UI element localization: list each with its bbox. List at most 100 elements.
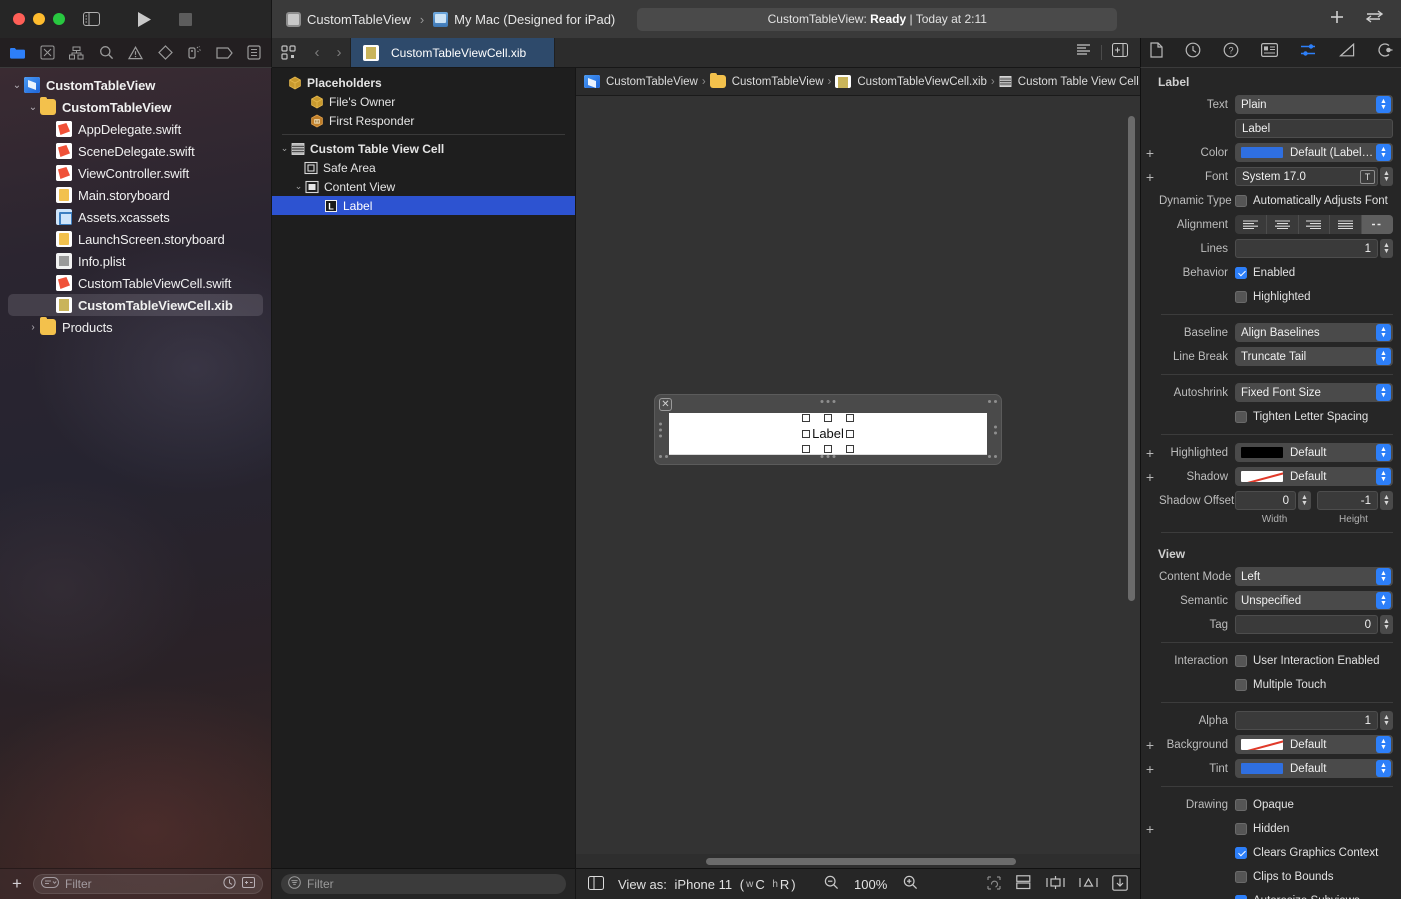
source-control-navigator-icon[interactable] <box>34 42 61 64</box>
font-picker-icon[interactable]: T <box>1360 169 1375 184</box>
add-hidden-variation-button[interactable]: + <box>1141 822 1159 836</box>
symbol-navigator-icon[interactable] <box>63 42 90 64</box>
chevron-right-icon[interactable]: › <box>26 322 40 333</box>
tree-row-project[interactable]: ⌄ CustomTableView <box>0 74 271 96</box>
breadcrumb-item[interactable]: CustomTableView <box>606 76 698 88</box>
clips-to-bounds-checkbox[interactable] <box>1235 870 1247 883</box>
chevron-down-icon[interactable]: ⌄ <box>292 181 305 192</box>
tree-row-file-selected[interactable]: CustomTableViewCell.xib <box>8 294 263 316</box>
content-mode-popup[interactable]: Left ▲ ▼ <box>1235 567 1393 586</box>
background-color-popup[interactable]: Default ▲ ▼ <box>1235 735 1393 754</box>
align-left-icon[interactable] <box>1235 215 1267 234</box>
file-inspector-icon[interactable] <box>1149 42 1163 63</box>
align-center-icon[interactable] <box>1267 215 1299 234</box>
size-inspector-icon[interactable] <box>1338 42 1355 62</box>
source-control-filter-icon[interactable] <box>242 876 255 892</box>
scheme-selector[interactable]: CustomTableView › My Mac (Designed for i… <box>286 11 615 27</box>
shadow-offset-height-field[interactable]: -1 <box>1317 491 1378 510</box>
toggle-inspector-icon[interactable] <box>1112 43 1128 62</box>
popup-chevrons-icon[interactable]: ▲ ▼ <box>1376 736 1391 753</box>
report-navigator-icon[interactable] <box>240 42 267 64</box>
attributes-inspector[interactable]: Label Text Plain ▲ ▼ Label + Color Defau… <box>1140 68 1401 899</box>
resize-handle-top[interactable] <box>820 400 836 403</box>
shadow-offset-height-stepper[interactable]: ▲ ▼ <box>1380 491 1393 510</box>
project-file-tree[interactable]: ⌄ CustomTableView ⌄ CustomTableView AppD… <box>0 68 271 868</box>
recent-files-filter-icon[interactable] <box>223 876 236 892</box>
go-back-button[interactable]: ‹ <box>306 44 328 61</box>
go-forward-button[interactable]: › <box>328 44 350 61</box>
popup-chevrons-icon[interactable]: ▲ ▼ <box>1376 444 1391 461</box>
outline-row-placeholders[interactable]: Placeholders <box>272 73 575 92</box>
breadcrumb-item[interactable]: CustomTableViewCell.xib <box>857 76 987 88</box>
popup-chevrons-icon[interactable]: ▲ ▼ <box>1376 144 1391 161</box>
tighten-letter-spacing-checkbox[interactable] <box>1235 410 1247 423</box>
popup-chevrons-icon[interactable]: ▲ ▼ <box>1376 348 1391 365</box>
outline-row-label-selected[interactable]: L Label <box>272 196 575 215</box>
resize-handle-bottom-right[interactable] <box>988 455 997 458</box>
resize-handle-left[interactable] <box>659 422 662 437</box>
table-view-cell-canvas-object[interactable]: ✕ Label <box>654 394 1002 465</box>
enabled-checkbox[interactable] <box>1235 266 1247 279</box>
tree-row-file[interactable]: LaunchScreen.storyboard <box>0 228 271 250</box>
attributes-inspector-icon[interactable] <box>1300 43 1317 62</box>
zoom-window-button[interactable] <box>53 13 65 25</box>
tag-stepper[interactable]: ▲ ▼ <box>1380 615 1393 634</box>
window-controls[interactable] <box>13 13 65 25</box>
editor-options-icon[interactable] <box>1365 9 1385 29</box>
add-file-button[interactable]: + <box>8 874 26 894</box>
cell-content-view[interactable]: Label <box>669 413 987 455</box>
identity-inspector-icon[interactable] <box>1260 43 1278 62</box>
canvas-label[interactable]: Label <box>802 414 854 453</box>
canvas-horizontal-scrollbar[interactable] <box>706 857 1016 865</box>
find-navigator-icon[interactable] <box>93 42 120 64</box>
tree-row-file[interactable]: Main.storyboard <box>0 184 271 206</box>
popup-chevrons-icon[interactable]: ▲ ▼ <box>1376 760 1391 777</box>
related-items-icon[interactable] <box>272 44 306 61</box>
toggle-navigator-icon[interactable] <box>83 12 100 26</box>
popup-chevrons-icon[interactable]: ▲ ▼ <box>1376 324 1391 341</box>
highlighted-color-popup[interactable]: Default ▲ ▼ <box>1235 443 1393 462</box>
text-style-popup[interactable]: Plain ▲ ▼ <box>1235 95 1393 114</box>
add-highlighted-variation-button[interactable]: + <box>1141 446 1159 460</box>
tag-field[interactable]: 0 <box>1235 615 1378 634</box>
outline-row-safe-area[interactable]: Safe Area <box>272 158 575 177</box>
update-frames-icon[interactable] <box>986 875 1002 894</box>
popup-chevrons-icon[interactable]: ▲ ▼ <box>1376 592 1391 609</box>
test-navigator-icon[interactable] <box>152 42 179 64</box>
tree-row-products[interactable]: › Products <box>0 316 271 338</box>
auto-adjusts-font-checkbox[interactable] <box>1235 194 1247 207</box>
autoresize-subviews-checkbox[interactable] <box>1235 894 1247 899</box>
chevron-down-icon[interactable]: ⌄ <box>278 143 291 154</box>
shadow-offset-width-stepper[interactable]: ▲ ▼ <box>1298 491 1311 510</box>
minimap-icon[interactable] <box>1076 43 1091 62</box>
design-canvas[interactable]: ✕ Label <box>576 96 1140 868</box>
align-justified-icon[interactable] <box>1330 215 1363 234</box>
popup-chevrons-icon[interactable]: ▲ ▼ <box>1376 468 1391 485</box>
filter-options-icon[interactable] <box>288 876 301 892</box>
outline-row-files-owner[interactable]: File's Owner <box>272 92 575 111</box>
baseline-popup[interactable]: Align Baselines ▲ ▼ <box>1235 323 1393 342</box>
issue-navigator-icon[interactable] <box>122 42 149 64</box>
quick-help-icon[interactable]: ? <box>1223 42 1239 63</box>
chevron-down-icon[interactable]: ⌄ <box>10 80 24 91</box>
zoom-out-button[interactable] <box>824 875 839 893</box>
navigator-filter-field[interactable]: Filter <box>33 874 263 894</box>
activity-status-bar[interactable]: CustomTableView: Ready | Today at 2:11 <box>637 7 1118 31</box>
semantic-popup[interactable]: Unspecified ▲ ▼ <box>1235 591 1393 610</box>
stop-button[interactable] <box>179 12 192 26</box>
outline-tree[interactable]: Placeholders File's Owner First Responde… <box>272 68 575 868</box>
lines-stepper[interactable]: ▲ ▼ <box>1380 239 1393 258</box>
alpha-stepper[interactable]: ▲ ▼ <box>1380 711 1393 730</box>
user-interaction-enabled-checkbox[interactable] <box>1235 654 1247 667</box>
filter-options-icon[interactable] <box>41 877 59 891</box>
add-editor-button[interactable] <box>1329 9 1345 30</box>
minimize-window-button[interactable] <box>33 13 45 25</box>
breakpoint-navigator-icon[interactable] <box>211 42 238 64</box>
resize-handle-right[interactable] <box>994 425 997 434</box>
font-size-stepper[interactable]: ▲ ▼ <box>1380 167 1393 186</box>
outline-row-content-view[interactable]: ⌄ Content View <box>272 177 575 196</box>
align-right-icon[interactable] <box>1299 215 1331 234</box>
autoshrink-popup[interactable]: Fixed Font Size ▲ ▼ <box>1235 383 1393 402</box>
close-window-button[interactable] <box>13 13 25 25</box>
project-navigator-icon[interactable] <box>4 42 31 64</box>
